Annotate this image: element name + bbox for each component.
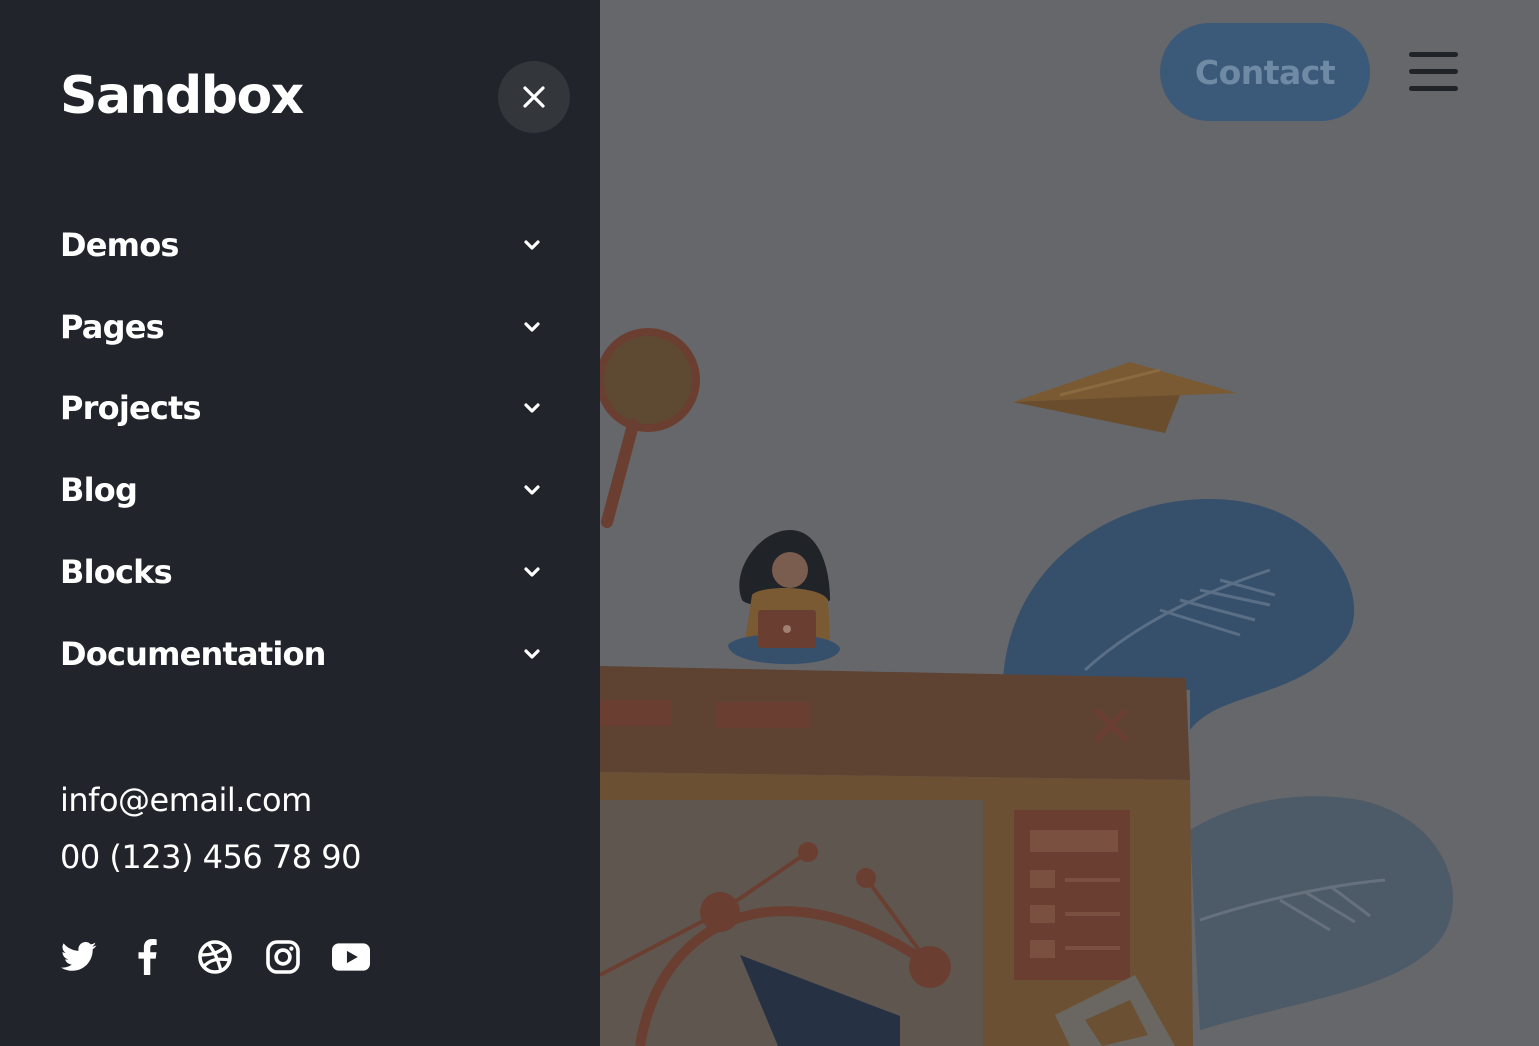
chevron-down-icon[interactable]	[521, 643, 543, 665]
close-menu-button[interactable]	[498, 61, 570, 133]
chevron-down-icon[interactable]	[521, 397, 543, 419]
brand-logo[interactable]: Sandbox	[60, 64, 304, 128]
nav-item-label: Documentation	[60, 634, 326, 673]
hamburger-menu-icon[interactable]	[1409, 52, 1459, 92]
nav-item-projects[interactable]: Projects	[60, 368, 550, 450]
nav-item-label: Blocks	[60, 553, 173, 592]
nav-item-blog[interactable]: Blog	[60, 449, 550, 531]
instagram-icon	[266, 940, 300, 974]
social-links	[60, 936, 370, 978]
nav-item-label: Projects	[60, 389, 202, 428]
twitter-link[interactable]	[60, 936, 98, 978]
nav-item-blocks[interactable]: Blocks	[60, 531, 550, 613]
dribbble-icon	[198, 940, 232, 974]
nav-item-demos[interactable]: Demos	[60, 204, 550, 286]
email-link[interactable]: info@email.com	[60, 772, 361, 829]
main-nav: Demos Pages Projects Blog Blocks Documen…	[60, 204, 550, 695]
phone-number: 00 (123) 456 78 90	[60, 838, 361, 876]
facebook-icon	[138, 939, 157, 975]
contact-info: info@email.com 00 (123) 456 78 90	[60, 772, 361, 886]
nav-item-label: Pages	[60, 307, 165, 346]
dribbble-link[interactable]	[196, 936, 234, 978]
close-icon	[523, 86, 545, 108]
chevron-down-icon[interactable]	[521, 479, 543, 501]
facebook-link[interactable]	[128, 936, 166, 978]
nav-item-documentation[interactable]: Documentation	[60, 613, 550, 695]
nav-item-label: Blog	[60, 471, 138, 510]
youtube-link[interactable]	[332, 936, 370, 978]
chevron-down-icon[interactable]	[521, 234, 543, 256]
chevron-down-icon[interactable]	[521, 561, 543, 583]
nav-item-pages[interactable]: Pages	[60, 286, 550, 368]
offcanvas-menu: Sandbox Demos Pages Projects Blog Blocks…	[0, 0, 600, 1046]
youtube-icon	[332, 943, 370, 971]
contact-button[interactable]: Contact	[1160, 23, 1370, 121]
twitter-icon	[61, 942, 97, 971]
chevron-down-icon[interactable]	[521, 316, 543, 338]
instagram-link[interactable]	[264, 936, 302, 978]
nav-item-label: Demos	[60, 225, 179, 264]
